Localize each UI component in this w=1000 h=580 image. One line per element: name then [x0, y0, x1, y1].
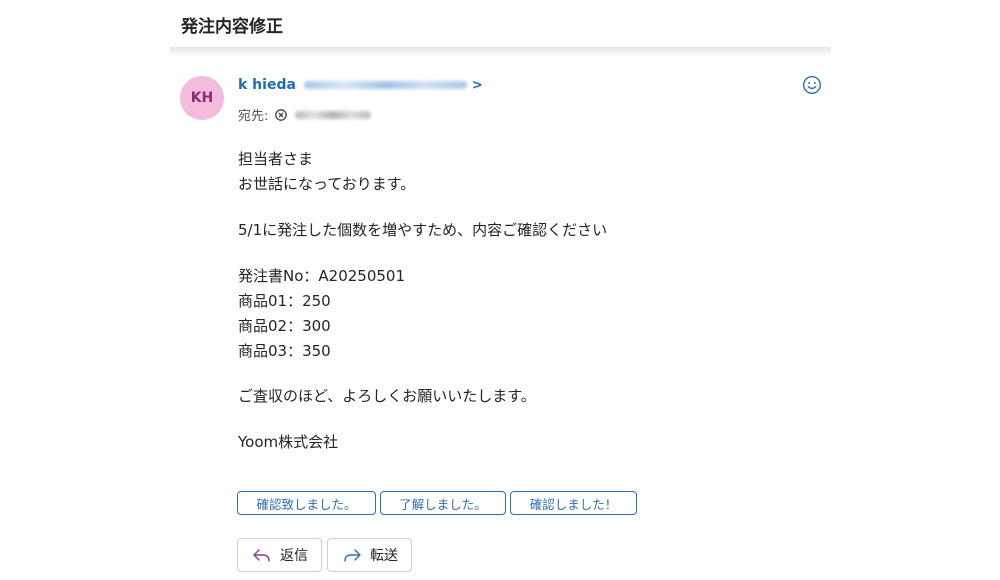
remove-recipient-icon[interactable]: [275, 108, 288, 121]
sender-avatar[interactable]: KH: [180, 76, 224, 120]
reply-button[interactable]: 返信: [237, 538, 322, 572]
reply-arrow-icon: [253, 549, 270, 562]
body-greeting: 担当者さま: [238, 150, 314, 168]
forward-label: 転送: [370, 548, 398, 564]
reply-label: 返信: [280, 548, 308, 564]
quick-reply-button[interactable]: 確認しました！: [510, 491, 637, 515]
body-item: 商品03：350: [238, 342, 331, 360]
body-closing: ご査収のほど、よろしくお願いいたします。: [238, 387, 536, 405]
quick-reply-button[interactable]: 確認致しました。: [237, 491, 376, 515]
sender-email-redacted: [303, 81, 467, 89]
body-signature: Yoom株式会社: [238, 433, 339, 451]
recipient-line: 宛先:: [238, 105, 372, 124]
email-subject: 発注内容修正: [181, 17, 283, 37]
to-label: 宛先:: [238, 109, 269, 124]
quick-reply-button[interactable]: 了解しました。: [380, 491, 506, 515]
body-item: 商品01：250: [238, 292, 331, 310]
body-request: 5/1に発注した個数を増やすため、内容ご確認ください: [238, 221, 608, 239]
smiley-icon[interactable]: [802, 75, 822, 95]
forward-button[interactable]: 転送: [327, 538, 412, 572]
recipient-redacted: [295, 110, 372, 119]
sender-name[interactable]: k hieda: [238, 77, 296, 93]
body-intro: お世話になっております。: [238, 175, 416, 193]
chevron-right-icon[interactable]: >: [472, 78, 483, 93]
body-order-no: 発注書No：A20250501: [238, 267, 406, 285]
header-divider: [170, 47, 831, 56]
forward-arrow-icon: [344, 549, 361, 562]
body-item: 商品02：300: [238, 317, 331, 335]
sender-line[interactable]: k hieda >: [238, 77, 483, 93]
